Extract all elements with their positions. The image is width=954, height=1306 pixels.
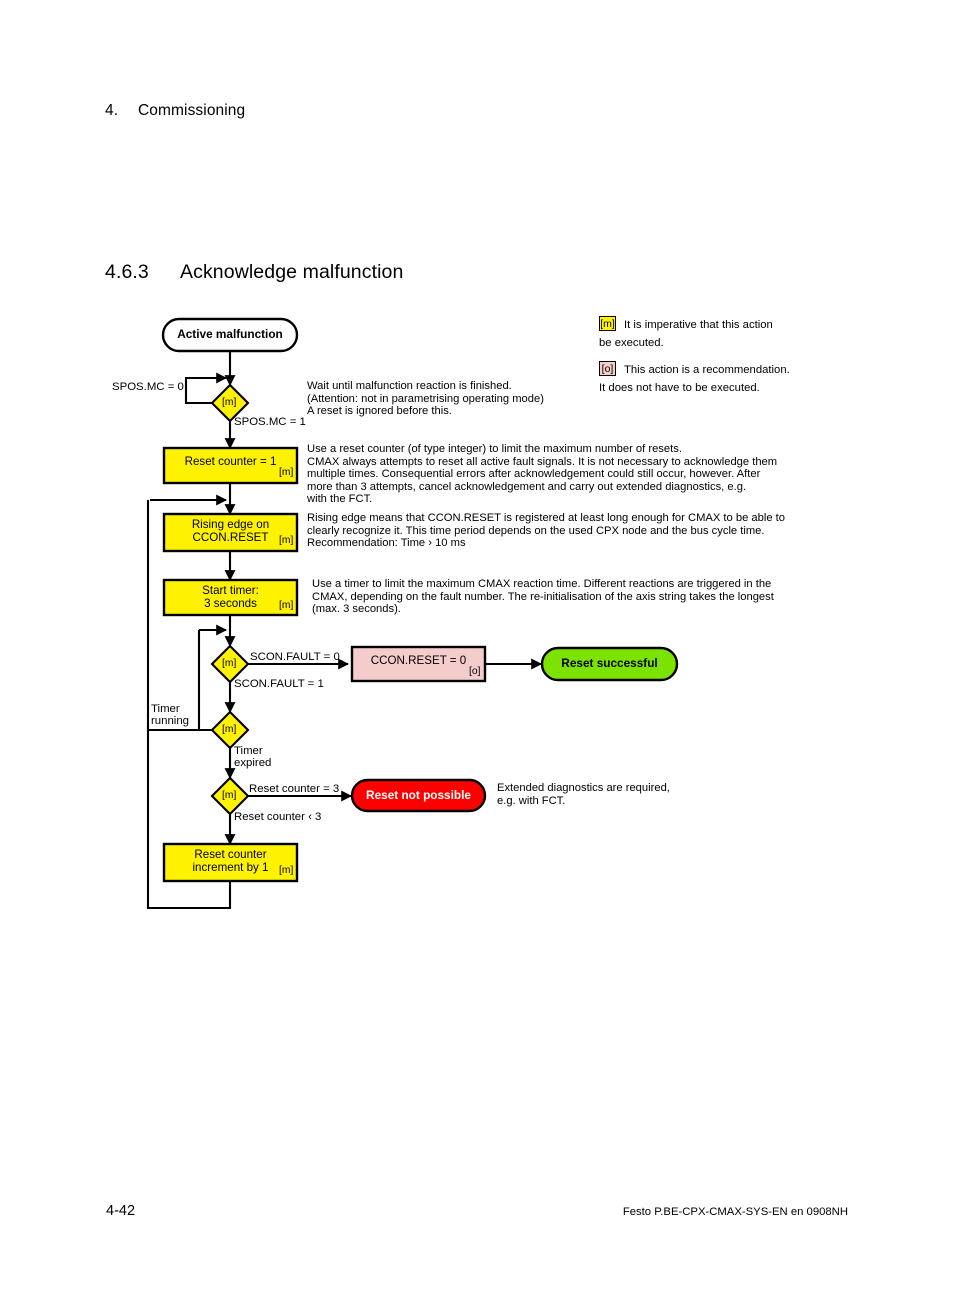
edge-label-counter-lt3: Reset counter ‹ 3 [234, 811, 322, 823]
edge-label-fault-true: SCON.FAULT = 1 [234, 678, 324, 690]
annotation-rising-edge: Rising edge means that CCON.RESET is reg… [307, 512, 785, 550]
edge-label-timer-expired: Timer expired [234, 745, 272, 770]
annotation-wait-malfunction: Wait until malfunction reaction is finis… [307, 380, 544, 418]
annotation-start-timer: Use a timer to limit the maximum CMAX re… [312, 578, 774, 616]
decision-timer-tag: [m] [222, 724, 237, 735]
node-start [161, 317, 299, 353]
node-rising-edge [162, 512, 299, 553]
edge-label-timer-running: Timer running [151, 703, 189, 728]
node-counter-increment [162, 842, 299, 883]
document-page: 4. Commissioning 4.6.3 Acknowledge malfunc… [0, 0, 954, 1306]
decision-fault-tag: [m] [222, 658, 237, 669]
decision-mc-tag: [m] [222, 397, 237, 408]
node-reset-counter-init-tag: [m] [279, 467, 294, 478]
node-start-timer-tag: [m] [279, 600, 294, 611]
flowchart: Active malfunction [m] Reset counter = 1… [0, 0, 954, 1306]
footer-page-number: 4-42 [106, 1203, 136, 1219]
edge-label-fault-false: SCON.FAULT = 0 [250, 651, 340, 663]
node-reset-not-possible [350, 778, 487, 813]
node-counter-increment-tag: [m] [279, 865, 294, 876]
annotation-reset-counter: Use a reset counter (of type integer) to… [307, 443, 778, 506]
annotation-extended-diagnostics: Extended diagnostics are required, e.g. … [497, 782, 670, 807]
edge-label-mc-true: SPOS.MC = 1 [234, 416, 306, 428]
flowchart-graphics [146, 317, 679, 910]
node-reset-counter-init [162, 446, 299, 485]
footer-reference: Festo P.BE-CPX-CMAX-SYS-EN en 0908NH [622, 1206, 848, 1218]
node-reset-successful [540, 646, 679, 682]
decision-counter-tag: [m] [222, 790, 237, 801]
edge-label-mc-false: SPOS.MC = 0 [112, 381, 184, 393]
node-start-timer [162, 578, 299, 617]
node-ccon-reset-zero-tag: [o] [469, 666, 481, 677]
node-rising-edge-tag: [m] [279, 535, 294, 546]
node-ccon-reset-zero [350, 645, 487, 683]
edge-label-counter-eq3: Reset counter = 3 [249, 783, 340, 795]
